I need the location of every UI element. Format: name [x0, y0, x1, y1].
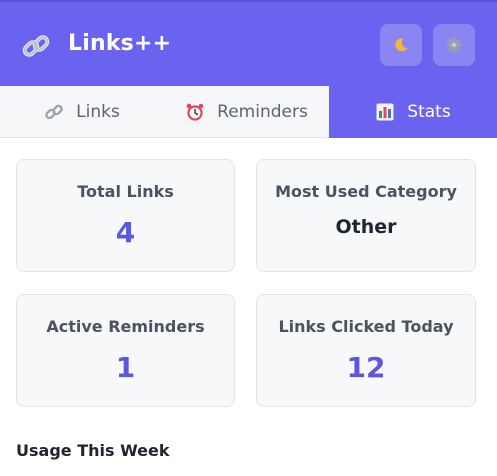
- tab-stats-label: Stats: [407, 102, 451, 122]
- stat-value: 12: [346, 351, 386, 384]
- usage-section-title: Usage This Week: [16, 441, 170, 460]
- stat-label: Total Links: [77, 182, 174, 201]
- tab-stats[interactable]: Stats: [329, 86, 497, 138]
- tab-reminders-label: Reminders: [217, 102, 308, 122]
- stat-label: Active Reminders: [46, 317, 205, 336]
- tab-bar: Links Reminders Stats: [0, 86, 497, 138]
- stat-value: Other: [335, 216, 397, 238]
- app-title: Links++: [68, 31, 172, 56]
- stat-value: 4: [115, 216, 136, 249]
- app-header: Links++: [0, 0, 497, 86]
- stat-card-total-links: Total Links 4: [16, 159, 235, 272]
- stat-label: Links Clicked Today: [278, 317, 454, 336]
- stat-label: Most Used Category: [275, 182, 457, 201]
- alarm-clock-icon: [186, 103, 204, 121]
- app-window: Links++ Links Reminders Stats Total Link…: [0, 0, 497, 476]
- stat-card-most-used-category: Most Used Category Other: [256, 159, 476, 272]
- tab-links[interactable]: Links: [0, 86, 164, 138]
- tab-reminders[interactable]: Reminders: [164, 86, 329, 138]
- link-icon: [45, 104, 63, 120]
- stat-card-links-clicked-today: Links Clicked Today 12: [256, 294, 476, 407]
- theme-toggle-button[interactable]: [380, 24, 422, 66]
- tab-links-label: Links: [76, 102, 120, 122]
- moon-icon: [395, 38, 408, 52]
- stat-card-active-reminders: Active Reminders 1: [16, 294, 235, 407]
- gear-icon: [446, 37, 462, 53]
- link-icon: [22, 35, 50, 57]
- settings-button[interactable]: [433, 24, 475, 66]
- stat-value: 1: [115, 351, 136, 384]
- bar-chart-icon: [376, 103, 394, 121]
